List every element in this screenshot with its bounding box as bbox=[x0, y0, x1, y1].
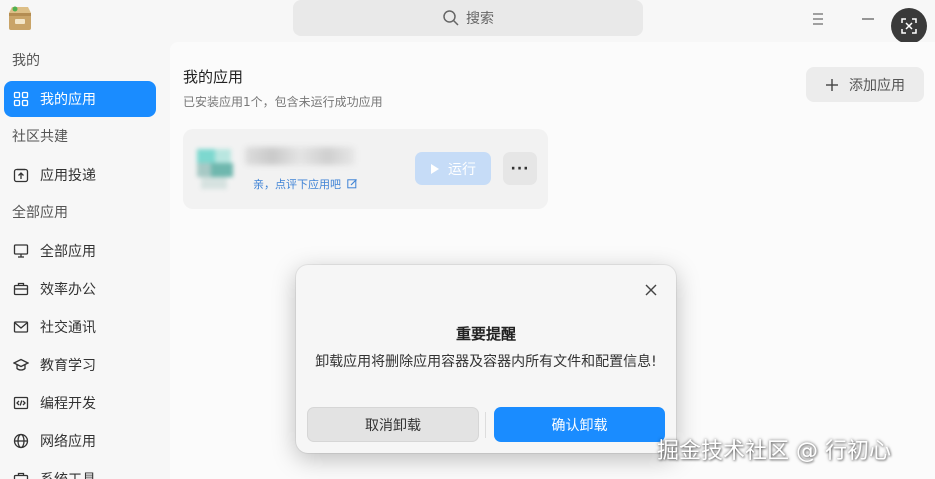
page-subtitle: 已安装应用1个，包含未运行成功应用 bbox=[183, 95, 383, 109]
globe-icon bbox=[12, 432, 30, 450]
sidebar-item-label: 全部应用 bbox=[40, 244, 96, 260]
sidebar-item-label: 社交通讯 bbox=[40, 320, 96, 336]
sidebar-item-app-submit[interactable]: 应用投递 bbox=[4, 156, 156, 194]
dialog-message: 卸载应用将删除应用容器及容器内所有文件和配置信息! bbox=[315, 354, 657, 370]
sidebar-item-office[interactable]: 效率办公 bbox=[4, 270, 156, 308]
grid-icon bbox=[12, 90, 30, 108]
cancel-uninstall-button[interactable]: 取消卸载 bbox=[307, 407, 479, 442]
tools-icon bbox=[12, 470, 30, 479]
screen-capture-button[interactable] bbox=[891, 8, 927, 44]
sidebar-section-community: 社区共建 bbox=[12, 129, 68, 145]
search-input[interactable]: 搜索 bbox=[293, 0, 643, 36]
plus-icon bbox=[826, 78, 838, 91]
minimize-button[interactable] bbox=[855, 6, 881, 32]
edit-icon bbox=[346, 179, 357, 189]
sidebar-item-all-apps[interactable]: 全部应用 bbox=[4, 232, 156, 270]
mail-icon bbox=[12, 318, 30, 336]
sidebar-item-education[interactable]: 教育学习 bbox=[4, 346, 156, 384]
dialog-title: 重要提醒 bbox=[455, 325, 516, 343]
monitor-icon bbox=[12, 242, 30, 260]
briefcase-icon bbox=[12, 280, 30, 298]
graduation-cap-icon bbox=[12, 356, 30, 374]
sidebar-item-network[interactable]: 网络应用 bbox=[4, 422, 156, 460]
sidebar-item-my-apps[interactable]: 我的应用 bbox=[4, 81, 156, 117]
page-title: 我的应用 bbox=[183, 68, 244, 86]
search-placeholder: 搜索 bbox=[466, 11, 494, 27]
code-icon bbox=[12, 394, 30, 412]
sidebar-item-dev[interactable]: 编程开发 bbox=[4, 384, 156, 422]
watermark: 掘金技术社区 @ 行初心 bbox=[657, 439, 891, 464]
sidebar-item-label: 应用投递 bbox=[40, 168, 96, 184]
add-app-button[interactable]: 添加应用 bbox=[806, 67, 924, 102]
upload-icon bbox=[12, 166, 30, 184]
sidebar-item-label: 教育学习 bbox=[40, 358, 96, 374]
app-logo-icon bbox=[6, 4, 34, 32]
confirm-uninstall-button[interactable]: 确认卸载 bbox=[494, 407, 665, 442]
sidebar-item-label: 我的应用 bbox=[40, 92, 96, 108]
review-link[interactable]: 亲，点评下应用吧 bbox=[253, 176, 358, 192]
more-options-button[interactable]: ··· bbox=[503, 152, 537, 185]
uninstall-confirm-dialog: 重要提醒 卸载应用将删除应用容器及容器内所有文件和配置信息! 取消卸载 确认卸载 bbox=[296, 265, 676, 453]
sidebar-item-label: 系统工具 bbox=[40, 469, 96, 479]
review-text: 亲，点评下应用吧 bbox=[253, 178, 341, 191]
button-divider bbox=[485, 412, 486, 438]
app-name bbox=[245, 147, 355, 165]
sidebar-item-label: 网络应用 bbox=[40, 434, 96, 450]
close-icon bbox=[645, 284, 657, 296]
search-icon bbox=[443, 10, 459, 26]
run-label: 运行 bbox=[448, 161, 476, 178]
app-card[interactable]: 亲，点评下应用吧 运行 ··· bbox=[183, 129, 548, 209]
sidebar-section-mine: 我的 bbox=[12, 53, 40, 69]
minimize-icon bbox=[862, 18, 874, 20]
hamburger-menu-icon bbox=[813, 13, 823, 25]
run-button[interactable]: 运行 bbox=[415, 152, 491, 185]
sidebar-item-label: 效率办公 bbox=[40, 282, 96, 298]
title-bar: 搜索 bbox=[0, 0, 935, 44]
sidebar-item-social[interactable]: 社交通讯 bbox=[4, 308, 156, 346]
app-icon bbox=[191, 145, 241, 193]
sidebar-section-all-apps: 全部应用 bbox=[12, 205, 68, 221]
more-icon: ··· bbox=[510, 160, 530, 177]
dialog-close-button[interactable] bbox=[642, 281, 660, 299]
sidebar: 我的 我的应用 社区共建 应用投递 全部应用 全部应用 效率办公 社交通讯 教育… bbox=[0, 42, 162, 479]
add-app-label: 添加应用 bbox=[849, 77, 905, 94]
sidebar-item-tools[interactable]: 系统工具 bbox=[4, 460, 156, 479]
menu-button[interactable] bbox=[805, 6, 831, 32]
screenshot-icon bbox=[901, 18, 917, 34]
sidebar-item-label: 编程开发 bbox=[40, 396, 96, 412]
play-icon bbox=[431, 163, 439, 174]
